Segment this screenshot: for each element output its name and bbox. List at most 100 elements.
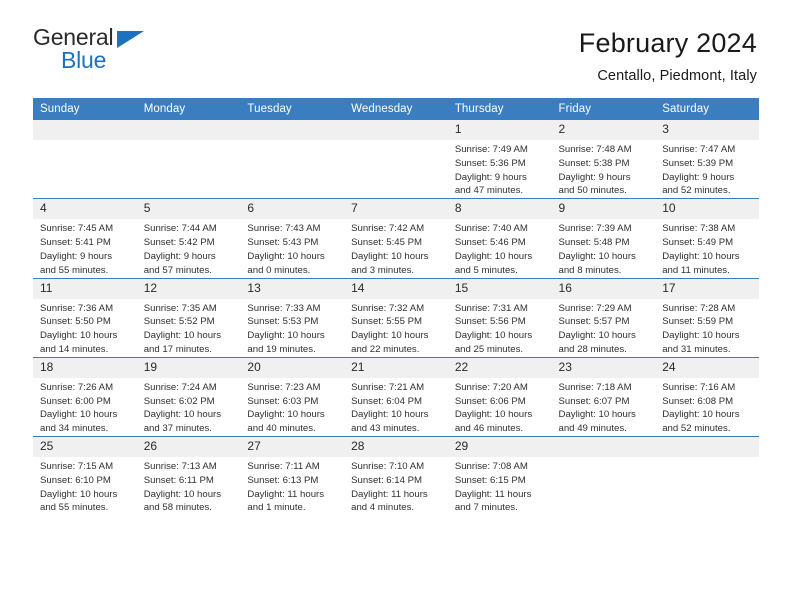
page-header: General Blue February 2024 Centallo, Pie…	[0, 0, 792, 85]
month-calendar-grid: Sunday Monday Tuesday Wednesday Thursday Frid…	[33, 98, 759, 516]
daylight-text-line2: and 55 minutes.	[40, 264, 109, 276]
calendar-day-cell[interactable]: 25 Sunrise: 7:15 AM Sunset: 6:10 PM Dayligh…	[33, 436, 137, 516]
sunset-text: Sunset: 6:07 PM	[558, 395, 630, 407]
day-number	[551, 437, 656, 458]
day-sun-info: Sunrise: 7:38 AM Sunset: 5:49 PM Daylight:…	[655, 219, 759, 277]
daylight-text-line1: Daylight: 10 hours	[40, 409, 118, 421]
daylight-text-line1: Daylight: 10 hours	[558, 250, 636, 262]
sunset-text: Sunset: 6:06 PM	[454, 395, 526, 407]
calendar-day-cell[interactable]: 16 Sunrise: 7:29 AM Sunset: 5:57 PM Dayligh…	[551, 277, 656, 358]
sunrise-text: Sunrise: 7:31 AM	[454, 302, 528, 314]
calendar-day-cell[interactable]: 19 Sunrise: 7:24 AM Sunset: 6:02 PM Dayligh…	[136, 356, 241, 437]
daylight-text-line1: Daylight: 10 hours	[143, 488, 222, 500]
weekday-header-thursday: Thursday	[447, 98, 552, 121]
calendar-day-cell[interactable]: 3 Sunrise: 7:47 AM Sunset: 5:39 PM Daylight…	[655, 120, 759, 199]
calendar-day-cell[interactable]: 27 Sunrise: 7:11 AM Sunset: 6:13 PM Dayligh…	[240, 436, 345, 516]
calendar-day-cell[interactable]: 26 Sunrise: 7:13 AM Sunset: 6:11 PM Dayligh…	[136, 436, 241, 516]
calendar-day-cell[interactable]: 8 Sunrise: 7:40 AM Sunset: 5:46 PM Daylight…	[447, 198, 552, 279]
calendar-day-cell[interactable]: 7 Sunrise: 7:42 AM Sunset: 5:45 PM Daylight…	[344, 198, 448, 279]
calendar-day-cell[interactable]: 22 Sunrise: 7:20 AM Sunset: 6:06 PM Dayligh…	[447, 356, 552, 437]
calendar-day-cell[interactable]: 14 Sunrise: 7:32 AM Sunset: 5:55 PM Dayligh…	[344, 277, 448, 358]
daylight-text-line2: and 46 minutes.	[454, 423, 524, 435]
daylight-text-line1: Daylight: 11 hours	[351, 488, 428, 500]
daylight-text-line2: and 4 minutes.	[351, 502, 415, 514]
calendar-day-cell[interactable]: 13 Sunrise: 7:33 AM Sunset: 5:53 PM Dayligh…	[240, 277, 345, 358]
calendar-page: General Blue February 2024 Centallo, Pie…	[0, 0, 792, 612]
day-cell-inner: 18 Sunrise: 7:26 AM Sunset: 6:00 PM Dayligh…	[33, 357, 137, 436]
daylight-text-line1: Daylight: 10 hours	[351, 250, 429, 262]
sunrise-text: Sunrise: 7:26 AM	[40, 381, 114, 393]
day-number: 20	[240, 357, 345, 378]
calendar-day-cell[interactable]: 10 Sunrise: 7:38 AM Sunset: 5:49 PM Dayligh…	[655, 198, 759, 279]
day-sun-info: Sunrise: 7:21 AM Sunset: 6:04 PM Daylight:…	[344, 378, 448, 436]
day-cell-inner	[551, 437, 656, 515]
weekday-header-wednesday: Wednesday	[344, 98, 448, 121]
general-blue-logo[interactable]: General Blue	[33, 26, 153, 76]
sunrise-text: Sunrise: 7:29 AM	[558, 302, 632, 314]
calendar-day-cell[interactable]: 15 Sunrise: 7:31 AM Sunset: 5:56 PM Dayligh…	[447, 277, 552, 358]
day-number: 8	[447, 199, 552, 220]
daylight-text-line2: and 22 minutes.	[351, 343, 420, 355]
calendar-day-cell[interactable]: 18 Sunrise: 7:26 AM Sunset: 6:00 PM Dayligh…	[33, 356, 137, 437]
day-sun-info: Sunrise: 7:24 AM Sunset: 6:02 PM Daylight:…	[137, 378, 241, 436]
day-number: 7	[344, 199, 448, 220]
daylight-text-line1: Daylight: 10 hours	[662, 330, 740, 342]
day-sun-info: Sunrise: 7:39 AM Sunset: 5:48 PM Daylight:…	[552, 219, 656, 277]
daylight-text-line1: Daylight: 10 hours	[454, 250, 533, 262]
calendar-day-cell[interactable]: 21 Sunrise: 7:21 AM Sunset: 6:04 PM Dayligh…	[344, 356, 448, 437]
calendar-day-cell[interactable]: 9 Sunrise: 7:39 AM Sunset: 5:48 PM Daylight…	[551, 198, 656, 279]
calendar-day-cell[interactable]: 29 Sunrise: 7:08 AM Sunset: 6:15 PM Dayligh…	[447, 436, 552, 516]
calendar-day-cell[interactable]: 1 Sunrise: 7:49 AM Sunset: 5:36 PM Daylight…	[447, 120, 552, 199]
calendar-day-cell[interactable]: 28 Sunrise: 7:10 AM Sunset: 6:14 PM Dayligh…	[344, 436, 448, 516]
daylight-text-line1: Daylight: 10 hours	[143, 409, 222, 421]
daylight-text-line2: and 28 minutes.	[558, 343, 627, 355]
day-cell-inner: 15 Sunrise: 7:31 AM Sunset: 5:56 PM Dayligh…	[447, 278, 552, 357]
daylight-text-line1: Daylight: 10 hours	[247, 330, 325, 342]
day-number: 12	[136, 278, 241, 299]
weekday-header-row-group: Sunday Monday Tuesday Wednesday Thursday Frid…	[33, 98, 759, 121]
calendar-day-cell[interactable]: 4 Sunrise: 7:45 AM Sunset: 5:41 PM Daylight…	[33, 198, 137, 279]
day-sun-info: Sunrise: 7:36 AM Sunset: 5:50 PM Daylight:…	[33, 299, 137, 357]
sunset-text: Sunset: 6:04 PM	[351, 395, 423, 407]
calendar-day-cell[interactable]: 6 Sunrise: 7:43 AM Sunset: 5:43 PM Daylight…	[240, 198, 345, 279]
calendar-day-cell-empty	[655, 436, 759, 516]
day-cell-inner: 9 Sunrise: 7:39 AM Sunset: 5:48 PM Daylight…	[551, 199, 656, 277]
daylight-text-line2: and 31 minutes.	[662, 343, 731, 355]
day-number: 23	[551, 357, 656, 378]
daylight-text-line2: and 11 minutes.	[662, 264, 730, 276]
page-title: February 2024	[578, 28, 757, 58]
sunrise-text: Sunrise: 7:23 AM	[247, 381, 321, 393]
calendar-day-cell[interactable]: 24 Sunrise: 7:16 AM Sunset: 6:08 PM Dayligh…	[655, 356, 759, 437]
sunrise-text: Sunrise: 7:40 AM	[454, 223, 528, 235]
calendar-day-cell[interactable]: 5 Sunrise: 7:44 AM Sunset: 5:42 PM Daylight…	[136, 198, 241, 279]
calendar-day-cell[interactable]: 11 Sunrise: 7:36 AM Sunset: 5:50 PM Dayligh…	[33, 277, 137, 358]
calendar-day-cell[interactable]: 17 Sunrise: 7:28 AM Sunset: 5:59 PM Dayligh…	[655, 277, 759, 358]
weekday-header-friday: Friday	[551, 98, 656, 121]
weekday-header-saturday: Saturday	[655, 98, 759, 121]
calendar-day-cell[interactable]: 23 Sunrise: 7:18 AM Sunset: 6:07 PM Dayligh…	[551, 356, 656, 437]
day-sun-info: Sunrise: 7:45 AM Sunset: 5:41 PM Daylight:…	[33, 219, 137, 277]
day-sun-info: Sunrise: 7:16 AM Sunset: 6:08 PM Daylight:…	[655, 378, 759, 436]
calendar-day-cell[interactable]: 12 Sunrise: 7:35 AM Sunset: 5:52 PM Dayligh…	[136, 277, 241, 358]
daylight-text-line1: Daylight: 11 hours	[454, 488, 532, 500]
day-number: 29	[447, 437, 552, 458]
daylight-text-line1: Daylight: 10 hours	[247, 250, 325, 262]
day-sun-info: Sunrise: 7:35 AM Sunset: 5:52 PM Daylight:…	[137, 299, 241, 357]
day-number	[344, 120, 448, 141]
day-cell-inner: 17 Sunrise: 7:28 AM Sunset: 5:59 PM Dayligh…	[655, 278, 759, 357]
sunrise-text: Sunrise: 7:20 AM	[454, 381, 528, 393]
calendar-week-row: 18 Sunrise: 7:26 AM Sunset: 6:00 PM Dayligh…	[33, 356, 759, 437]
weekday-header-sunday: Sunday	[33, 98, 137, 121]
logo-triangle-icon	[117, 31, 144, 48]
day-cell-inner: 6 Sunrise: 7:43 AM Sunset: 5:43 PM Daylight…	[240, 199, 345, 277]
daylight-text-line2: and 19 minutes.	[247, 343, 316, 355]
sunset-text: Sunset: 5:55 PM	[351, 316, 423, 328]
day-sun-info: Sunrise: 7:42 AM Sunset: 5:45 PM Daylight:…	[344, 219, 448, 277]
sunset-text: Sunset: 5:49 PM	[662, 237, 734, 249]
sunrise-text: Sunrise: 7:36 AM	[40, 302, 114, 314]
day-cell-inner: 7 Sunrise: 7:42 AM Sunset: 5:45 PM Daylight…	[344, 199, 448, 277]
calendar-day-cell-empty	[136, 120, 241, 199]
sunset-text: Sunset: 5:39 PM	[662, 157, 734, 169]
calendar-day-cell[interactable]: 20 Sunrise: 7:23 AM Sunset: 6:03 PM Dayligh…	[240, 356, 345, 437]
calendar-day-cell[interactable]: 2 Sunrise: 7:48 AM Sunset: 5:38 PM Daylight…	[551, 120, 656, 199]
